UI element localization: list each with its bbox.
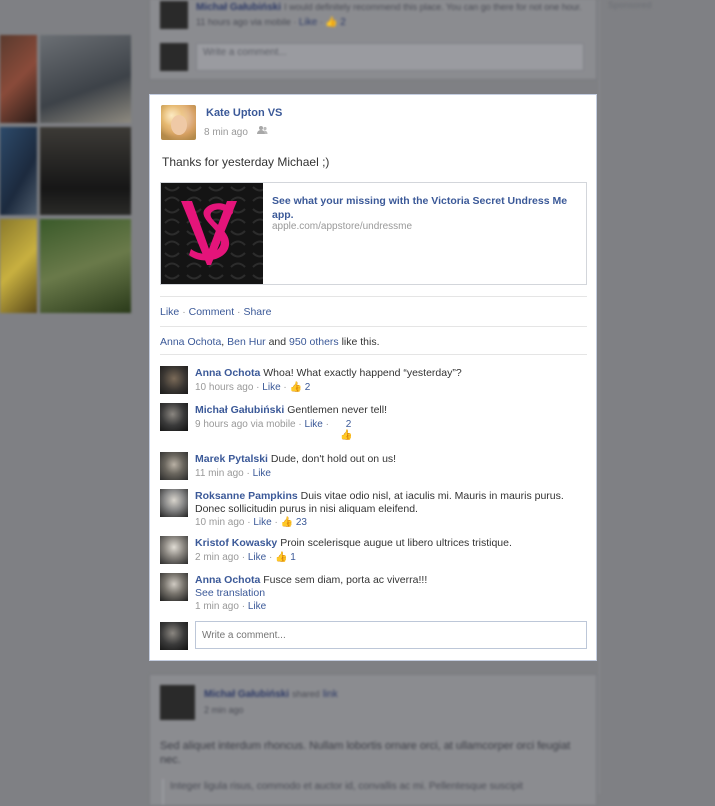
- liker-link[interactable]: Anna Ochota: [160, 336, 221, 348]
- thumbs-up-icon: 👍: [289, 381, 302, 393]
- photo-thumb[interactable]: [40, 219, 131, 313]
- right-column-label: Sponsored: [608, 0, 652, 10]
- comment-text: Proin scelerisque augue ut libero ultric…: [280, 537, 512, 549]
- commenter-name[interactable]: Marek Pytalski: [195, 453, 268, 465]
- comment-time[interactable]: 10 min ago: [195, 517, 244, 528]
- post-card: Kate Upton VS 8 min ago Thanks for yeste…: [149, 94, 597, 661]
- commenter-avatar[interactable]: [160, 573, 188, 601]
- comment-time[interactable]: 2 min ago: [195, 552, 239, 563]
- like-button[interactable]: Like: [160, 306, 179, 318]
- right-column-divider: [599, 0, 600, 794]
- commenter-avatar[interactable]: [160, 536, 188, 564]
- avatar: [160, 685, 195, 720]
- divider: [160, 354, 587, 355]
- post-quote: Integer ligula risus, commodo et auctor …: [170, 781, 523, 792]
- comment-button[interactable]: Comment: [189, 306, 235, 318]
- comment-like-count[interactable]: 2: [305, 382, 311, 393]
- comment-text: I would definitely recommend this place.…: [284, 2, 582, 12]
- link-attachment[interactable]: See what your missing with the Victoria …: [160, 182, 587, 285]
- post-author[interactable]: Michał Gałubiński: [204, 689, 289, 700]
- photo-grid: [0, 35, 131, 313]
- victoria-secret-logo-icon: [161, 183, 263, 284]
- divider: [160, 326, 587, 327]
- post-author-name[interactable]: Kate Upton VS: [206, 107, 282, 119]
- comment-like-link[interactable]: Like: [248, 601, 266, 612]
- comment-time[interactable]: 10 hours ago: [195, 382, 253, 393]
- comment-like-count[interactable]: 23: [296, 517, 307, 528]
- author-avatar[interactable]: [161, 105, 196, 140]
- comment-text: Gentlemen never tell!: [287, 404, 388, 416]
- post-text: Sed aliquet interdum rhoncus. Nullam lob…: [160, 740, 571, 766]
- see-translation-link[interactable]: See translation: [195, 587, 265, 599]
- attachment-title[interactable]: See what your missing with the Victoria …: [272, 194, 572, 222]
- comment-like-link[interactable]: Like: [299, 17, 317, 28]
- current-user-avatar: [160, 622, 188, 650]
- thumbs-up-icon: 👍: [340, 430, 353, 441]
- comment-time[interactable]: 9 hours ago via mobile: [195, 419, 296, 430]
- comment-like-link[interactable]: Like: [253, 468, 271, 479]
- likes-summary: Anna Ochota, Ben Hur and 950 others like…: [160, 336, 380, 348]
- photo-thumb[interactable]: [40, 35, 131, 123]
- separator: ·: [237, 306, 241, 318]
- comment-text: Whoa! What exactly happend “yesterday”?: [263, 367, 462, 379]
- comment-like-link[interactable]: Like: [253, 517, 271, 528]
- post-action: shared: [292, 689, 320, 699]
- attachment-image[interactable]: [161, 183, 263, 284]
- post-time[interactable]: 8 min ago: [204, 127, 248, 138]
- liker-link[interactable]: Ben Hur: [227, 336, 266, 348]
- commenter-name[interactable]: Michał Gałubiński: [195, 404, 284, 416]
- audience-icon[interactable]: [256, 125, 268, 138]
- comment-like-count[interactable]: 1: [290, 552, 296, 563]
- post-status-text: Thanks for yesterday Michael ;): [162, 155, 330, 169]
- commenter-avatar[interactable]: [160, 403, 188, 431]
- comment-time[interactable]: 1 min ago: [195, 601, 239, 612]
- comment-like-link[interactable]: Like: [248, 552, 266, 563]
- comment-text: Fusce sem diam, porta ac viverra!!!: [263, 574, 428, 586]
- commenter-name[interactable]: Kristof Kowasky: [195, 537, 277, 549]
- thumbs-up-icon: 👍: [275, 551, 288, 563]
- attachment-url: apple.com/appstore/undressme: [272, 221, 413, 232]
- photo-thumb[interactable]: [0, 127, 37, 215]
- post-meta: 8 min ago: [204, 125, 268, 138]
- next-post-card: Michał Gałubiński shared link 2 min ago …: [149, 674, 597, 806]
- commenter-avatar[interactable]: [160, 366, 188, 394]
- separator: ·: [182, 306, 186, 318]
- comment-like-link[interactable]: Like: [305, 419, 323, 430]
- comment-text: Dude, don't hold out on us!: [270, 453, 397, 465]
- commenter-name[interactable]: Anna Ochota: [195, 574, 260, 586]
- avatar: [160, 43, 188, 71]
- divider: [160, 296, 587, 297]
- comment-input[interactable]: Write a comment...: [196, 43, 584, 71]
- post-link[interactable]: link: [323, 689, 338, 700]
- thumbs-up-icon: 👍: [280, 517, 294, 528]
- post-quote-bar: [162, 779, 164, 805]
- photo-thumb[interactable]: [0, 219, 37, 313]
- comment-like-link[interactable]: Like: [262, 382, 280, 393]
- comment-input[interactable]: [195, 621, 587, 649]
- commenter-avatar[interactable]: [160, 489, 188, 517]
- thumbs-up-icon: 👍: [325, 17, 338, 28]
- commenter-name[interactable]: Anna Ochota: [195, 367, 260, 379]
- likers-others-link[interactable]: 950 others: [289, 336, 339, 348]
- comment-like-count[interactable]: 2: [346, 419, 352, 430]
- comment-like-count: 2: [340, 17, 346, 28]
- comment-meta: 11 hours ago via mobile: [196, 17, 291, 27]
- post-actions: Like · Comment · Share: [160, 306, 272, 318]
- photo-thumb[interactable]: [0, 35, 37, 123]
- comment-author[interactable]: Michał Gałubiński: [196, 2, 281, 13]
- previous-post-card: Michał Gałubiński I would definitely rec…: [149, 0, 597, 80]
- post-meta: 2 min ago: [204, 705, 244, 715]
- commenter-name[interactable]: Roksanne Pampkins: [195, 490, 298, 502]
- comment-time[interactable]: 11 min ago: [195, 468, 244, 479]
- photo-thumb[interactable]: [40, 127, 131, 215]
- avatar: [160, 1, 188, 29]
- commenter-avatar[interactable]: [160, 452, 188, 480]
- share-button[interactable]: Share: [243, 306, 271, 318]
